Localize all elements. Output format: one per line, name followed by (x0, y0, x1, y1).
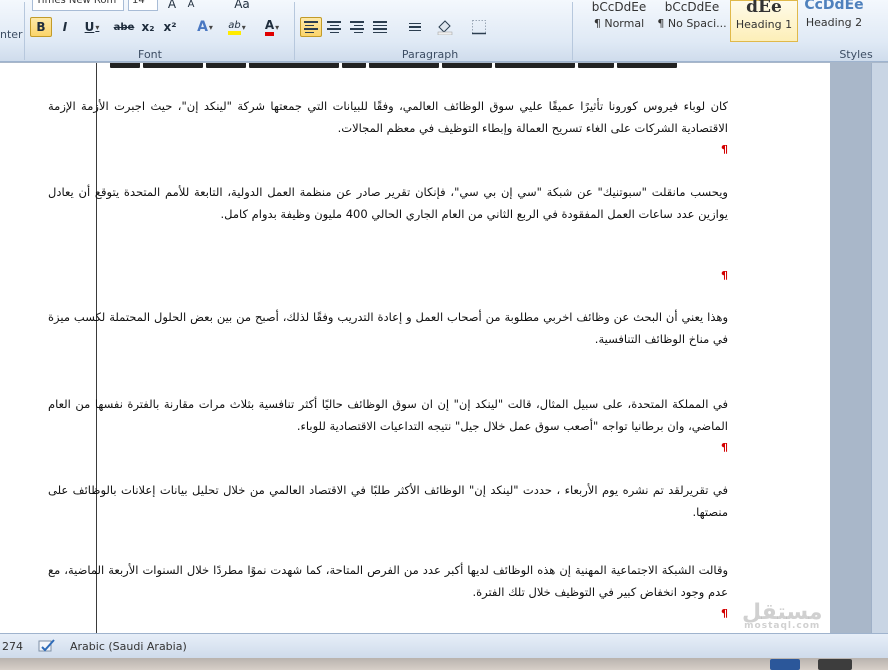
paint-bucket-icon (437, 20, 453, 35)
ribbon: nter Times New Rom 14 A A Aa B I U ▾ abe … (0, 0, 888, 62)
ribbon-separator (24, 2, 25, 60)
justify-button[interactable] (369, 17, 391, 37)
font-name-combo[interactable]: Times New Rom (32, 0, 124, 11)
highlight-button[interactable]: ab ▾ (222, 17, 252, 37)
grow-font-button[interactable]: A (163, 0, 181, 14)
paragraph-mark: ¶ (721, 441, 728, 454)
chevron-down-icon: ▾ (208, 22, 213, 32)
borders-button[interactable] (464, 17, 494, 37)
align-right-button[interactable] (346, 17, 368, 37)
style-normal[interactable]: bCcDdEe ¶ Normal (584, 0, 654, 42)
language-indicator[interactable]: Arabic (Saudi Arabia) (70, 640, 187, 653)
proofing-check-icon[interactable] (38, 638, 56, 654)
shading-button[interactable] (430, 17, 460, 37)
clipped-group-label: nter (0, 28, 23, 41)
paragraph-3[interactable]: وهذا يعني أن البحث عن وظائف اخربي مطلوبة… (48, 306, 728, 350)
document-page[interactable]: كان لوباء فيروس كورونا تأثيرًا عميقًا عل… (0, 63, 830, 633)
clipped-heading-line (110, 63, 790, 69)
borders-icon (472, 20, 486, 35)
paragraph-6[interactable]: وقالت الشبكة الاجتماعية المهنية إن هذه ا… (48, 559, 728, 603)
change-case-button[interactable]: Aa (230, 0, 254, 14)
chevron-down-icon: ▾ (241, 22, 246, 32)
font-size-combo[interactable]: 14 (128, 0, 158, 11)
paragraph-4[interactable]: في المملكة المتحدة، على سبيل المثال، قال… (48, 393, 728, 437)
underline-button[interactable]: U ▾ (78, 17, 106, 37)
bold-button[interactable]: B (30, 17, 52, 37)
style-heading-2[interactable]: CcDdEe Heading 2 (800, 0, 868, 42)
text-effects-button[interactable]: A ▾ (192, 17, 218, 37)
ribbon-separator (294, 2, 295, 60)
chevron-down-icon: ▾ (95, 22, 100, 32)
ribbon-separator (572, 2, 573, 60)
paragraph-1[interactable]: كان لوباء فيروس كورونا تأثيرًا عميقًا عل… (48, 95, 728, 139)
italic-button[interactable]: I (55, 17, 75, 37)
subscript-button[interactable]: x₂ (138, 17, 158, 37)
taskbar-app-icon[interactable] (818, 659, 852, 670)
status-bar: 274 Arabic (Saudi Arabia) (0, 633, 888, 658)
paragraph-2[interactable]: ويحسب مانقلت "سبوتنيك" عن شبكة "سي إن بي… (48, 181, 728, 225)
document-area: كان لوباء فيروس كورونا تأثيرًا عميقًا عل… (0, 63, 888, 633)
align-left-button[interactable] (300, 17, 322, 37)
font-group-label: Font (138, 48, 162, 61)
paragraph-group-label: Paragraph (401, 48, 459, 61)
superscript-button[interactable]: x² (160, 17, 180, 37)
taskbar (0, 658, 888, 670)
style-no-spacing[interactable]: bCcDdEe ¶ No Spaci... (656, 0, 728, 42)
vertical-scrollbar[interactable] (871, 63, 888, 633)
styles-group-label: Styles (839, 48, 873, 61)
paragraph-5[interactable]: في تقريرلقد تم نشره يوم الأربعاء ، حددت … (48, 479, 728, 523)
style-heading-1[interactable]: dEe Heading 1 (730, 0, 798, 42)
chevron-down-icon: ▾ (275, 22, 280, 32)
shrink-font-button[interactable]: A (183, 0, 199, 14)
quick-styles-gallery: bCcDdEe ¶ Normal bCcDdEe ¶ No Spaci... d… (580, 0, 880, 44)
align-center-button[interactable] (323, 17, 345, 37)
word-count[interactable]: 274 (2, 640, 23, 653)
strikethrough-button[interactable]: abe (112, 17, 136, 37)
watermark-logo: مستقل mostaql.com (742, 600, 823, 631)
word-taskbar-icon[interactable] (770, 659, 800, 670)
paragraph-mark: ¶ (721, 607, 728, 620)
paragraph-mark: ¶ (721, 143, 728, 156)
font-color-button[interactable]: A ▾ (258, 17, 286, 37)
paragraph-mark: ¶ (721, 269, 728, 282)
line-spacing-button[interactable] (396, 17, 426, 37)
